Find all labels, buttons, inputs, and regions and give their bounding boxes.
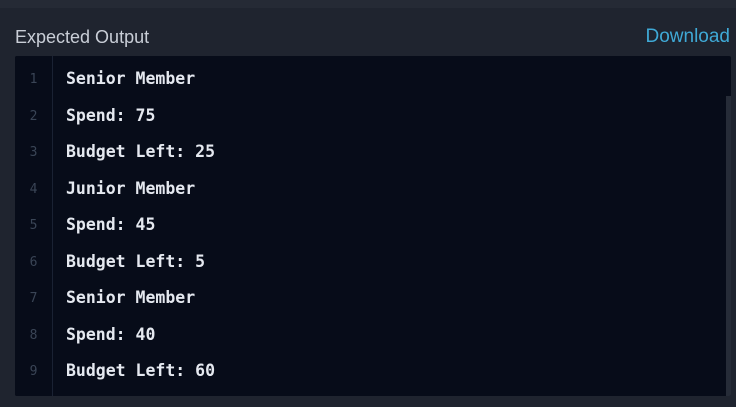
- line-number: 1: [29, 72, 38, 87]
- output-line: 4 Junior Member: [15, 172, 731, 208]
- line-number: 6: [29, 255, 38, 270]
- line-number: 7: [29, 291, 38, 306]
- line-number: 2: [29, 109, 38, 124]
- vertical-scrollbar[interactable]: [726, 96, 731, 396]
- output-line: 3 Budget Left: 25: [15, 135, 731, 171]
- line-text: Junior Member: [66, 179, 196, 198]
- output-line: 5 Spend: 45: [15, 208, 731, 244]
- output-line: 2 Spend: 75: [15, 99, 731, 135]
- line-number: 9: [29, 364, 38, 379]
- line-text: Budget Left: 60: [66, 361, 216, 380]
- line-text: Spend: 75: [66, 106, 156, 125]
- expected-output-widget: Expected Output Download 1 Senior Member…: [0, 0, 736, 407]
- output-line: 9 Budget Left: 60: [15, 354, 731, 390]
- output-panel: 1 Senior Member 2 Spend: 75 3 Budget Lef…: [15, 56, 731, 396]
- line-text: Budget Left: 25: [66, 142, 216, 161]
- line-text: Spend: 40: [66, 325, 156, 344]
- line-number: 3: [29, 145, 38, 160]
- line-text: Senior Member: [66, 69, 196, 88]
- line-number: 4: [29, 182, 38, 197]
- output-line: 7 Senior Member: [15, 281, 731, 317]
- top-divider: [0, 0, 736, 8]
- line-number: 8: [29, 328, 38, 343]
- output-line: 8 Spend: 40: [15, 318, 731, 354]
- output-line: 6 Budget Left: 5: [15, 245, 731, 281]
- line-number: 5: [29, 218, 38, 233]
- section-title: Expected Output: [15, 27, 150, 47]
- line-text: Spend: 45: [66, 215, 156, 234]
- line-text: Budget Left: 5: [66, 252, 206, 271]
- line-text: Senior Member: [66, 288, 196, 307]
- output-line: 1 Senior Member: [15, 62, 731, 98]
- download-link[interactable]: Download: [646, 26, 731, 48]
